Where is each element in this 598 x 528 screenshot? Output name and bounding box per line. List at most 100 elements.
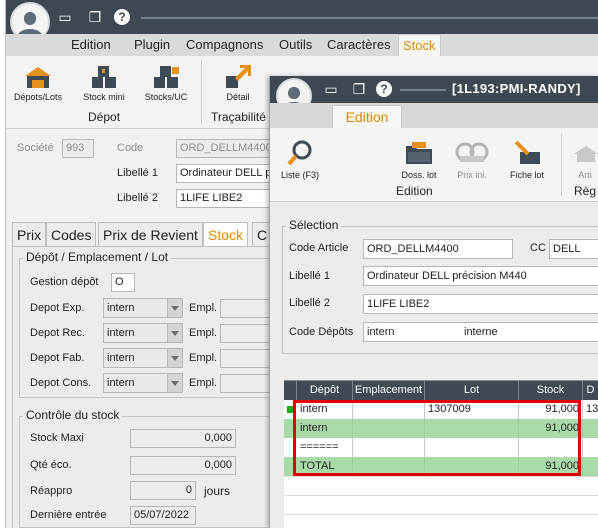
prix-ini-label: Prix ini. bbox=[457, 170, 487, 180]
screen-icon[interactable]: ▭ bbox=[322, 81, 340, 97]
liste-f3-label: Liste (F3) bbox=[280, 170, 319, 180]
empl-cons-field[interactable] bbox=[220, 374, 276, 393]
grid-header-depot[interactable]: Dépôt bbox=[297, 381, 353, 400]
menu-stock[interactable]: Stock bbox=[398, 34, 441, 57]
depot-group-title: Dépôt / Emplacement / Lot bbox=[23, 250, 172, 264]
window-title: [1L193:PMI-RANDY] bbox=[452, 81, 581, 96]
liste-f3-button[interactable]: Liste (F3) bbox=[278, 138, 322, 180]
empl-fab-field[interactable] bbox=[220, 349, 276, 368]
screen-icon[interactable]: ▭ bbox=[56, 9, 74, 25]
warehouse-icon bbox=[25, 67, 51, 88]
grid-header-emplacement[interactable]: Emplacement bbox=[353, 381, 425, 400]
front-libelle2-field[interactable]: 1LIFE LIBE2 bbox=[363, 294, 598, 314]
detail-label: Détail bbox=[226, 92, 250, 102]
article-button[interactable]: Arti bbox=[570, 138, 598, 180]
menu-compagnons[interactable]: Compagnons bbox=[186, 34, 263, 56]
document-icon[interactable]: ❐ bbox=[86, 9, 104, 25]
front-ribbon: Liste (F3) Doss. lot Prix ini. Fiche lot… bbox=[270, 128, 598, 202]
stock-maxi-label: Stock Maxi bbox=[30, 432, 84, 444]
group-depot-label: Dépot bbox=[88, 110, 121, 124]
cell-d[interactable] bbox=[583, 438, 598, 457]
cell-d[interactable]: 13 bbox=[583, 400, 598, 419]
chevron-down-icon[interactable] bbox=[167, 299, 182, 317]
stocks-uc-button[interactable]: Stocks/UC bbox=[142, 64, 190, 102]
tab-edition[interactable]: Edition bbox=[332, 105, 402, 129]
reappro-label: Réappro bbox=[30, 485, 73, 497]
grid-line bbox=[284, 514, 598, 515]
tab-prix-de-revient[interactable]: Prix de Revient bbox=[98, 222, 203, 246]
ribbon-separator bbox=[561, 134, 562, 196]
depots-lots-label: Dépots/Lots bbox=[13, 92, 63, 102]
document-icon[interactable]: ❐ bbox=[350, 81, 368, 97]
menu-edition[interactable]: Edition bbox=[71, 34, 111, 56]
code-depots-desc: interne bbox=[464, 326, 498, 338]
empl-rec-label: Empl. bbox=[189, 327, 218, 339]
cell-d[interactable] bbox=[583, 457, 598, 476]
stock-maxi-field[interactable]: 0,000 bbox=[130, 429, 236, 448]
help-icon[interactable]: ? bbox=[376, 81, 392, 97]
article-label: Arti bbox=[578, 170, 592, 180]
tab-stock[interactable]: Stock bbox=[203, 222, 249, 247]
grid-header-stock[interactable]: Stock bbox=[519, 381, 583, 400]
libelle2-field[interactable]: 1LIFE LIBE2 bbox=[176, 189, 276, 208]
brush-card-icon bbox=[514, 140, 540, 164]
code-field[interactable]: ORD_DELLM4400 bbox=[176, 139, 276, 158]
price-icon bbox=[455, 142, 489, 162]
chevron-down-icon[interactable] bbox=[167, 374, 182, 392]
chevron-down-icon[interactable] bbox=[167, 349, 182, 367]
stock-mini-button[interactable]: Stock mini bbox=[80, 64, 128, 102]
front-tab-bar: Edition bbox=[270, 103, 598, 129]
fiche-lot-button[interactable]: Fiche lot bbox=[505, 138, 549, 180]
help-icon[interactable]: ? bbox=[114, 9, 130, 25]
menu-outils[interactable]: Outils bbox=[279, 34, 312, 56]
depot-rec-label: Depot Rec. bbox=[30, 327, 86, 339]
depot-exp-select[interactable]: intern bbox=[103, 298, 183, 318]
depots-lots-button[interactable]: Dépots/Lots bbox=[12, 64, 64, 102]
boxes-stack-icon bbox=[154, 66, 179, 88]
cc-field[interactable]: DELL bbox=[549, 239, 598, 259]
tab-codes[interactable]: Codes bbox=[46, 222, 97, 246]
arrow-up-right-icon bbox=[226, 65, 251, 88]
cell-d[interactable] bbox=[583, 419, 598, 438]
depot-fab-select[interactable]: intern bbox=[103, 348, 183, 368]
code-label: Code bbox=[117, 142, 144, 154]
depot-rec-select[interactable]: intern bbox=[103, 323, 183, 343]
empl-cons-label: Empl. bbox=[189, 377, 218, 389]
controle-stock-title: Contrôle du stock bbox=[23, 408, 123, 422]
menu-plugin[interactable]: Plugin bbox=[134, 34, 170, 56]
qte-eco-label: Qté éco. bbox=[30, 459, 72, 471]
chevron-down-icon[interactable] bbox=[167, 324, 182, 342]
reappro-field[interactable]: 0 bbox=[130, 481, 196, 500]
gestion-depot-field[interactable]: O bbox=[111, 273, 135, 292]
boxes-icon bbox=[92, 66, 116, 88]
qte-eco-field[interactable]: 0,000 bbox=[130, 456, 236, 475]
prix-ini-button[interactable]: Prix ini. bbox=[450, 138, 494, 180]
grid-header-lot[interactable]: Lot bbox=[425, 381, 519, 400]
back-title-bar: ▭ ❐ ? bbox=[6, 0, 598, 42]
code-depots-field[interactable]: intern interne bbox=[363, 322, 598, 342]
libelle1-field[interactable]: Ordinateur DELL pr bbox=[176, 164, 276, 183]
annotation-highlight-box bbox=[293, 400, 581, 476]
stocks-uc-label: Stocks/UC bbox=[144, 92, 188, 102]
code-depots-value: intern bbox=[367, 326, 395, 338]
empl-rec-field[interactable] bbox=[220, 324, 276, 343]
detail-button[interactable]: Détail bbox=[218, 64, 258, 102]
stock-mini-label: Stock mini bbox=[83, 92, 125, 102]
depot-cons-label: Depot Cons. bbox=[30, 377, 92, 389]
societe-field[interactable]: 993 bbox=[62, 139, 94, 158]
doss-lot-button[interactable]: Doss. lot bbox=[397, 138, 441, 180]
depot-cons-select[interactable]: intern bbox=[103, 373, 183, 393]
derniere-entree-field[interactable]: 05/07/2022 bbox=[130, 506, 196, 525]
empl-exp-field[interactable] bbox=[220, 299, 276, 318]
menu-caracteres[interactable]: Caractères bbox=[327, 34, 391, 56]
societe-label: Société bbox=[17, 142, 54, 154]
code-article-field[interactable]: ORD_DELLM4400 bbox=[363, 239, 513, 259]
tab-prix[interactable]: Prix bbox=[12, 222, 47, 246]
depot-exp-value: intern bbox=[107, 302, 135, 314]
grid-header-d[interactable]: D bbox=[583, 381, 598, 400]
grid-line bbox=[284, 476, 598, 477]
ribbon-separator bbox=[201, 60, 202, 124]
front-libelle1-field[interactable]: Ordinateur DELL précision M440 bbox=[363, 266, 598, 286]
fiche-lot-label: Fiche lot bbox=[509, 170, 544, 180]
front-libelle1-label: Libellé 1 bbox=[289, 270, 330, 282]
